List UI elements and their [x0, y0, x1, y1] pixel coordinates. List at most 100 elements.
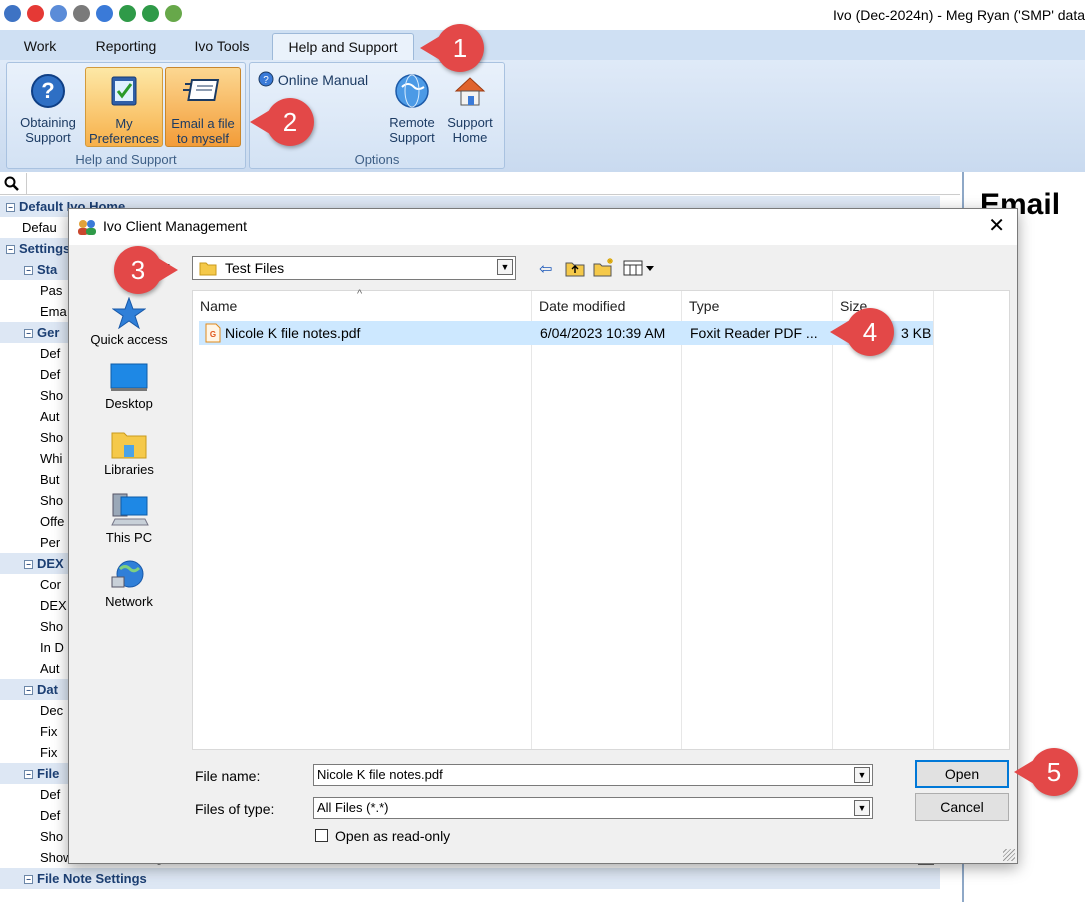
file-type-value: All Files (*.*) — [317, 800, 389, 815]
up-folder-icon[interactable] — [565, 259, 585, 277]
collapse-icon[interactable]: − — [24, 875, 33, 885]
read-only-checkbox[interactable] — [315, 829, 328, 842]
obtaining-support-label-1: Obtaining — [20, 115, 76, 130]
view-menu-icon[interactable] — [623, 259, 657, 277]
quick-access-icon[interactable] — [73, 5, 90, 22]
open-button[interactable]: Open — [915, 760, 1009, 788]
chevron-down-icon[interactable]: ▼ — [854, 800, 870, 816]
close-icon[interactable]: ✕ — [988, 214, 1005, 238]
question-icon: ? — [31, 74, 65, 108]
svg-text:?: ? — [263, 75, 269, 86]
tree-row-label: In D — [40, 640, 64, 655]
remote-support-button[interactable]: Remote Support — [384, 67, 440, 147]
tab-help-and-support[interactable]: Help and Support — [272, 33, 414, 61]
tab-ivo-tools[interactable]: Ivo Tools — [182, 36, 262, 60]
quick-access-icon[interactable] — [142, 5, 159, 22]
file-list: ^ Name Date modified Type Size G Nicole … — [192, 288, 1010, 750]
tree-row-label: DEX — [37, 556, 64, 571]
quick-access-icon[interactable] — [165, 5, 182, 22]
desktop-icon — [110, 363, 148, 391]
star-icon — [111, 296, 147, 330]
email-file-label-1: Email a file — [171, 116, 235, 131]
ribbon: ? Obtaining Support My Preferences Email… — [0, 60, 1085, 172]
globe-icon — [395, 74, 429, 108]
my-preferences-button[interactable]: My Preferences — [85, 67, 163, 147]
online-manual-label: Online Manual — [277, 72, 369, 88]
tree-row-label: Settings — [19, 241, 71, 256]
open-file-dialog: Ivo Client Management ✕ : Test Files ▼ ⇦ — [68, 208, 1018, 864]
place-label-libraries: Libraries — [104, 462, 154, 477]
tree-row-label: Ger — [37, 325, 60, 340]
collapse-icon[interactable]: − — [24, 266, 33, 276]
tab-reporting[interactable]: Reporting — [80, 36, 172, 60]
client-management-icon — [78, 220, 96, 235]
tree-row-label: Whi — [40, 451, 63, 466]
column-header-name[interactable]: Name — [193, 293, 531, 319]
support-home-label-1: Support — [447, 115, 493, 130]
tree-row-label: Ema — [40, 304, 67, 319]
place-network[interactable]: Network — [81, 559, 177, 609]
file-type-cell: Foxit Reader PDF ... — [690, 325, 818, 341]
column-header-date-modified[interactable]: Date modified — [532, 293, 681, 319]
support-home-button[interactable]: Support Home — [442, 67, 498, 147]
obtaining-support-button[interactable]: ? Obtaining Support — [11, 67, 85, 147]
place-libraries[interactable]: Libraries — [81, 429, 177, 477]
collapse-icon[interactable]: − — [24, 686, 33, 696]
email-file-label-2: to myself — [176, 131, 229, 146]
folder-icon — [199, 262, 217, 276]
chevron-down-icon[interactable]: ▼ — [854, 767, 870, 783]
quick-access-icon[interactable] — [96, 5, 113, 22]
file-size-cell: 3 KB — [901, 325, 932, 341]
place-quick-access[interactable]: Quick access — [81, 296, 177, 347]
collapse-icon[interactable]: − — [24, 329, 33, 339]
tree-row-label: Def — [40, 787, 61, 802]
chevron-down-icon[interactable]: ▼ — [497, 259, 513, 275]
tree-row-label: Dec — [40, 703, 64, 718]
dialog-title: Ivo Client Management — [103, 218, 247, 234]
tree-row-label: Sho — [40, 430, 64, 445]
tree-row-label: But — [40, 472, 60, 487]
file-name-input[interactable]: Nicole K file notes.pdf ▼ — [313, 764, 873, 786]
collapse-icon[interactable]: − — [24, 560, 33, 570]
column-divider — [681, 291, 682, 749]
quick-access-icon[interactable] — [27, 5, 44, 22]
read-only-label: Open as read-only — [335, 828, 451, 844]
remote-support-label-1: Remote — [389, 115, 435, 130]
tree-row-label: Fix — [40, 724, 58, 739]
place-desktop[interactable]: Desktop — [81, 363, 177, 411]
file-name-label: File name: — [195, 768, 261, 784]
app-window: Ivo (Dec-2024n) - Meg Ryan ('SMP' data W… — [0, 0, 1085, 902]
quick-access-icon[interactable] — [4, 5, 21, 22]
tree-row-label: File Note Settings — [37, 871, 147, 886]
collapse-icon[interactable]: − — [24, 770, 33, 780]
tree-row-label: Pas — [40, 283, 63, 298]
file-type-select[interactable]: All Files (*.*) ▼ — [313, 797, 873, 819]
cancel-button[interactable]: Cancel — [915, 793, 1009, 821]
tree-section-row[interactable]: − File Note Settings — [0, 868, 940, 889]
tab-work[interactable]: Work — [10, 36, 70, 60]
resize-grip[interactable] — [1003, 849, 1015, 861]
column-header-type[interactable]: Type — [682, 293, 832, 319]
tree-row-label: Dat — [37, 682, 58, 697]
back-icon[interactable]: ⇦ — [539, 259, 552, 279]
svg-text:?: ? — [41, 78, 54, 103]
quick-access-icon[interactable] — [50, 5, 67, 22]
dialog-title-bar: Ivo Client Management ✕ — [69, 209, 1017, 245]
collapse-icon[interactable]: − — [6, 245, 15, 255]
quick-access-icon[interactable] — [119, 5, 136, 22]
file-row[interactable]: G Nicole K file notes.pdf 6/04/2023 10:3… — [199, 321, 933, 345]
file-name-value: Nicole K file notes.pdf — [317, 767, 443, 782]
ribbon-group-help-and-support: ? Obtaining Support My Preferences Email… — [6, 62, 246, 169]
new-folder-icon[interactable] — [593, 257, 615, 277]
settings-search-input[interactable] — [26, 173, 956, 194]
place-this-pc[interactable]: This PC — [81, 493, 177, 545]
online-manual-button[interactable]: ? Online Manual — [258, 71, 368, 88]
collapse-icon[interactable]: − — [6, 203, 15, 213]
file-name-cell: Nicole K file notes.pdf — [225, 325, 361, 341]
email-file-to-myself-button[interactable]: Email a file to myself — [165, 67, 241, 147]
tree-row-label: Sho — [40, 619, 64, 634]
email-file-icon — [183, 79, 220, 101]
computer-icon — [111, 493, 149, 526]
look-in-combo[interactable]: Test Files ▼ — [192, 256, 516, 280]
tree-row-label: Def — [40, 346, 61, 361]
